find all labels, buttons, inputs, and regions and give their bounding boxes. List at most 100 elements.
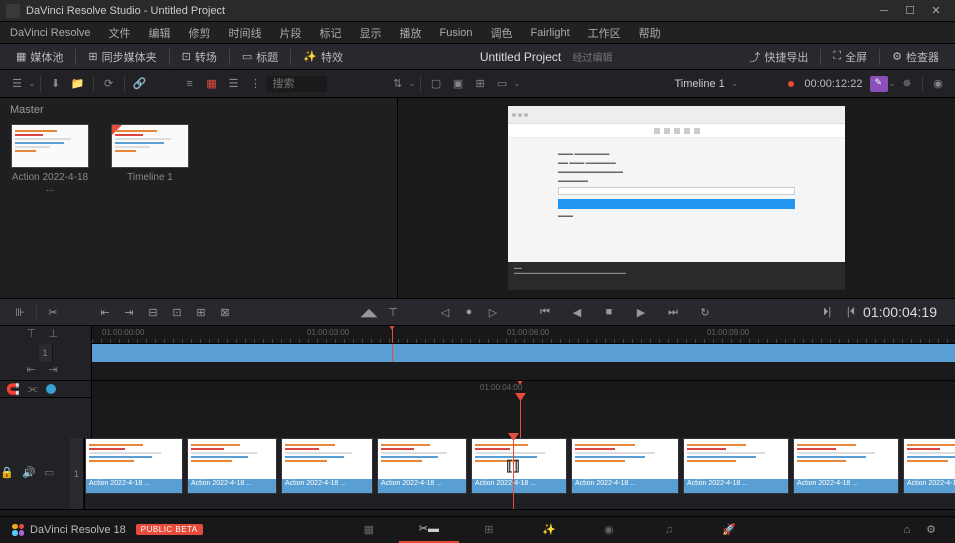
track-video-icon[interactable]: ▭ <box>44 466 60 482</box>
menu-2[interactable]: 编辑 <box>143 23 177 43</box>
home-icon[interactable]: ⌂ <box>895 519 919 541</box>
media-clip-2[interactable]: Timeline 1 <box>110 124 190 194</box>
bin-list-icon[interactable]: ☰ <box>6 73 28 95</box>
mark-in-icon[interactable]: ◁ <box>433 301 457 323</box>
timeline-clip[interactable]: Action 2022-4-18 ... <box>281 438 373 494</box>
mark-icon[interactable]: ● <box>457 301 481 323</box>
cut-page-tab[interactable]: ✂▬ <box>399 517 459 543</box>
view-strip-icon[interactable]: ≡ <box>179 73 201 95</box>
menu-6[interactable]: 标记 <box>314 23 348 43</box>
link-icon[interactable]: 🔗 <box>129 73 151 95</box>
magnet-icon[interactable]: 🧲 <box>6 383 20 396</box>
track-audio-icon[interactable]: 🔊 <box>22 466 38 482</box>
deliver-page-tab[interactable]: 🚀 <box>699 517 759 543</box>
menu-7[interactable]: 显示 <box>354 23 388 43</box>
menu-3[interactable]: 修剪 <box>183 23 217 43</box>
sort-icon[interactable]: ⇅ <box>387 73 409 95</box>
next-clip-icon[interactable]: ⏭ <box>661 301 685 323</box>
closeup-icon[interactable]: ⊡ <box>165 301 189 323</box>
jump-prev-icon[interactable]: ⏵| <box>815 301 839 323</box>
tools-icon[interactable] <box>870 76 888 92</box>
effects-button[interactable]: ✨ 特效 <box>295 47 351 67</box>
view-detail-icon[interactable]: ⋮ <box>245 73 267 95</box>
view-thumb-icon[interactable]: ▦ <box>201 73 223 95</box>
menu-5[interactable]: 片段 <box>274 23 308 43</box>
media-clip-1[interactable]: Action 2022-4-18 ... <box>10 124 90 194</box>
cut-tool-icon[interactable]: ⊤ <box>381 301 405 323</box>
inspector-button[interactable]: ⚙ 检查器 <box>884 47 947 67</box>
upper-audio-head[interactable]: 1 <box>0 344 92 362</box>
media-page-tab[interactable]: ▦ <box>339 517 399 543</box>
reverse-icon[interactable]: ◀ <box>565 301 589 323</box>
trim-a-icon[interactable]: ⇤ <box>27 363 43 379</box>
place-on-top-icon[interactable]: ⊞ <box>189 301 213 323</box>
track-lock-icon[interactable]: 🔒 <box>0 466 16 482</box>
close-button[interactable]: ✕ <box>923 1 949 21</box>
cut-icon[interactable]: ✂ <box>41 301 65 323</box>
append-icon[interactable]: ⇥ <box>117 301 141 323</box>
timeline-clip[interactable]: Action 2022-4-18 ... <box>903 438 955 494</box>
menu-1[interactable]: 文件 <box>103 23 137 43</box>
timeline-clip[interactable]: Action 2022-4-18 ... <box>85 438 183 494</box>
timeline-clip[interactable]: Action 2022-4-18 ... <box>471 438 567 494</box>
tool-a-icon[interactable]: ▢ <box>425 73 447 95</box>
timeline-clip[interactable]: Action 2022-4-18 ... <box>377 438 467 494</box>
video-track[interactable]: Action 2022-4-18 ...Action 2022-4-18 ...… <box>85 438 955 509</box>
master-bin-label[interactable]: Master <box>10 104 387 116</box>
fairlight-page-tab[interactable]: ♫ <box>639 517 699 543</box>
trim-b-icon[interactable]: ⇥ <box>49 363 65 379</box>
mark-out-icon[interactable]: ▷ <box>481 301 505 323</box>
ripple-icon[interactable]: ⊟ <box>141 301 165 323</box>
menu-9[interactable]: Fusion <box>434 25 479 41</box>
boring-detector-icon[interactable]: ⊪ <box>8 301 32 323</box>
source-viewer[interactable]: ▬▬▬ ▬▬▬▬▬▬▬ ▬▬ ▬▬▬ ▬▬▬▬▬▬ ▬▬▬▬▬▬▬▬▬▬▬▬▬ … <box>398 98 955 298</box>
lock-icon[interactable]: ⊤ <box>27 327 43 343</box>
source-overwrite-icon[interactable]: ⊠ <box>213 301 237 323</box>
settings-icon[interactable]: ⚙ <box>919 519 943 541</box>
bypass-icon[interactable]: ✵ <box>896 73 918 95</box>
color-wheel-icon[interactable]: ◉ <box>927 73 949 95</box>
loop-icon[interactable]: ↻ <box>693 301 717 323</box>
minimize-button[interactable]: ─ <box>871 1 897 21</box>
marker-color-icon[interactable] <box>46 384 56 394</box>
main-playhead[interactable] <box>520 398 521 438</box>
prev-clip-icon[interactable]: ⏮ <box>533 301 557 323</box>
menu-8[interactable]: 播放 <box>394 23 428 43</box>
import-folder-icon[interactable]: 📁 <box>67 73 89 95</box>
menu-11[interactable]: Fairlight <box>525 25 576 41</box>
import-icon[interactable]: ⬇ <box>45 73 67 95</box>
timeline-clip[interactable]: Action 2022-4-18 ... <box>683 438 789 494</box>
menu-12[interactable]: 工作区 <box>582 23 627 43</box>
jump-next-icon[interactable]: |⏴ <box>839 301 863 323</box>
sync-icon[interactable]: ⟳ <box>98 73 120 95</box>
main-playhead-line[interactable] <box>513 438 514 509</box>
quick-export-button[interactable]: ⤴ 快捷导出 <box>741 47 816 67</box>
timeline-clip[interactable]: Action 2022-4-18 ... <box>571 438 679 494</box>
dissolve-icon[interactable]: ◢◣ <box>357 301 381 323</box>
maximize-button[interactable]: ☐ <box>897 1 923 21</box>
menu-4[interactable]: 时间线 <box>223 23 268 43</box>
color-page-tab[interactable]: ◉ <box>579 517 639 543</box>
lock2-icon[interactable]: ⊥ <box>49 327 65 343</box>
fullscreen-button[interactable]: ⛶ 全屏 <box>825 47 875 67</box>
smart-insert-icon[interactable]: ⇤ <box>93 301 117 323</box>
edit-page-tab[interactable]: ⊞ <box>459 517 519 543</box>
menu-13[interactable]: 帮助 <box>633 23 667 43</box>
timeline-name[interactable]: Timeline 1 <box>674 78 724 90</box>
video-track-head[interactable]: 🔒 🔊 ▭ 1 <box>0 438 85 509</box>
menu-10[interactable]: 调色 <box>485 23 519 43</box>
upper-ruler[interactable]: 01:00:00:0001:00:03:0001:00:06:0001:00:0… <box>92 326 955 344</box>
tool-d-icon[interactable]: ▭ <box>491 73 513 95</box>
link-2-icon[interactable]: ⫘ <box>28 383 38 396</box>
transitions-button[interactable]: ⊡ 转场 <box>174 47 225 67</box>
fusion-page-tab[interactable]: ✨ <box>519 517 579 543</box>
timeline-clip[interactable]: Action 2022-4-18 ... <box>793 438 899 494</box>
menu-0[interactable]: DaVinci Resolve <box>4 25 97 41</box>
upper-audio-clip[interactable] <box>92 344 955 362</box>
timeline-clip[interactable]: Action 2022-4-18 ... <box>187 438 277 494</box>
play-icon[interactable]: ▶ <box>629 301 653 323</box>
view-list-icon[interactable]: ☰ <box>223 73 245 95</box>
stop-icon[interactable]: ■ <box>597 301 621 323</box>
tool-b-icon[interactable]: ▣ <box>447 73 469 95</box>
tool-c-icon[interactable]: ⊞ <box>469 73 491 95</box>
